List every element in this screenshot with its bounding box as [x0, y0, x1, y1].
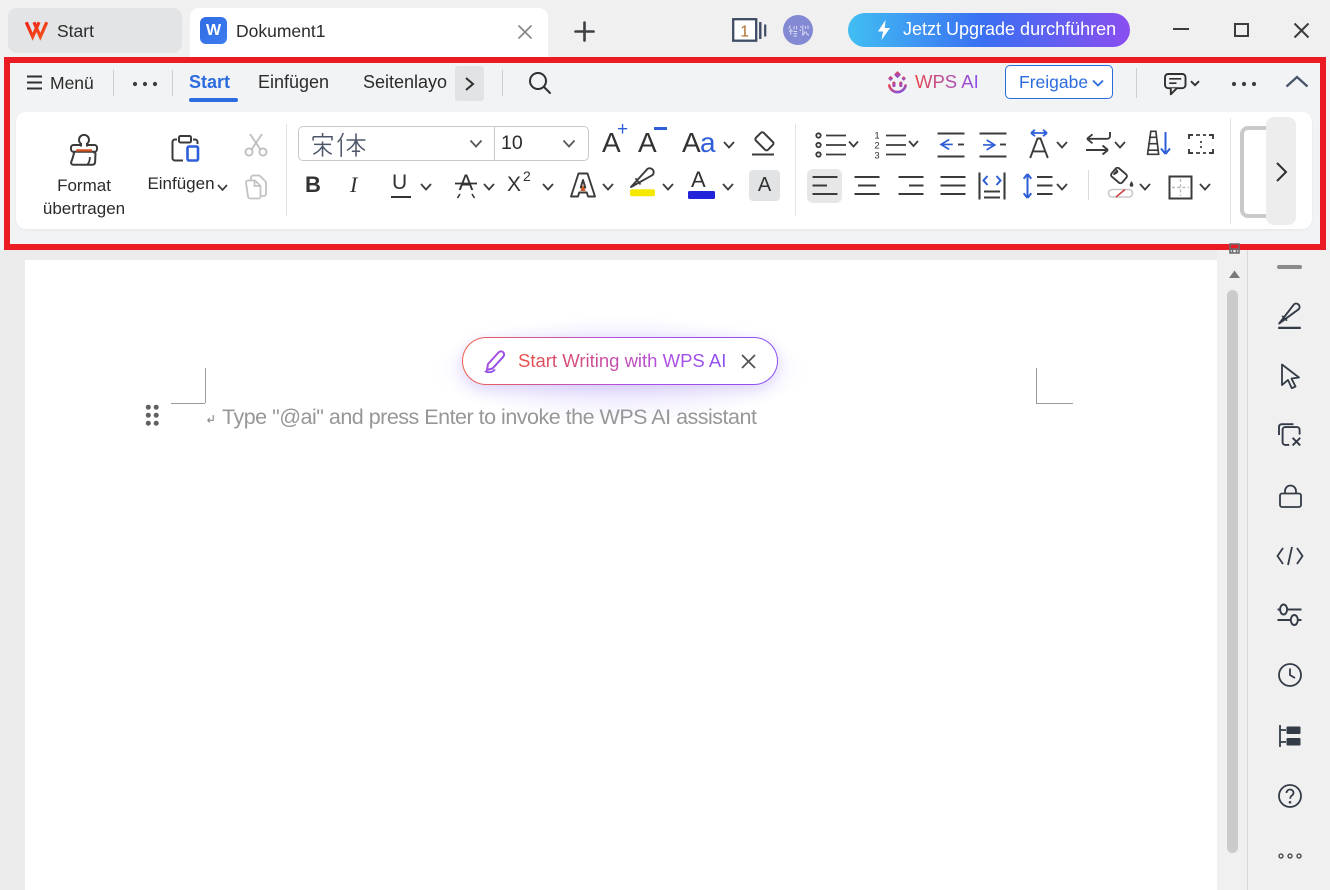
svg-text:1: 1	[740, 24, 749, 41]
